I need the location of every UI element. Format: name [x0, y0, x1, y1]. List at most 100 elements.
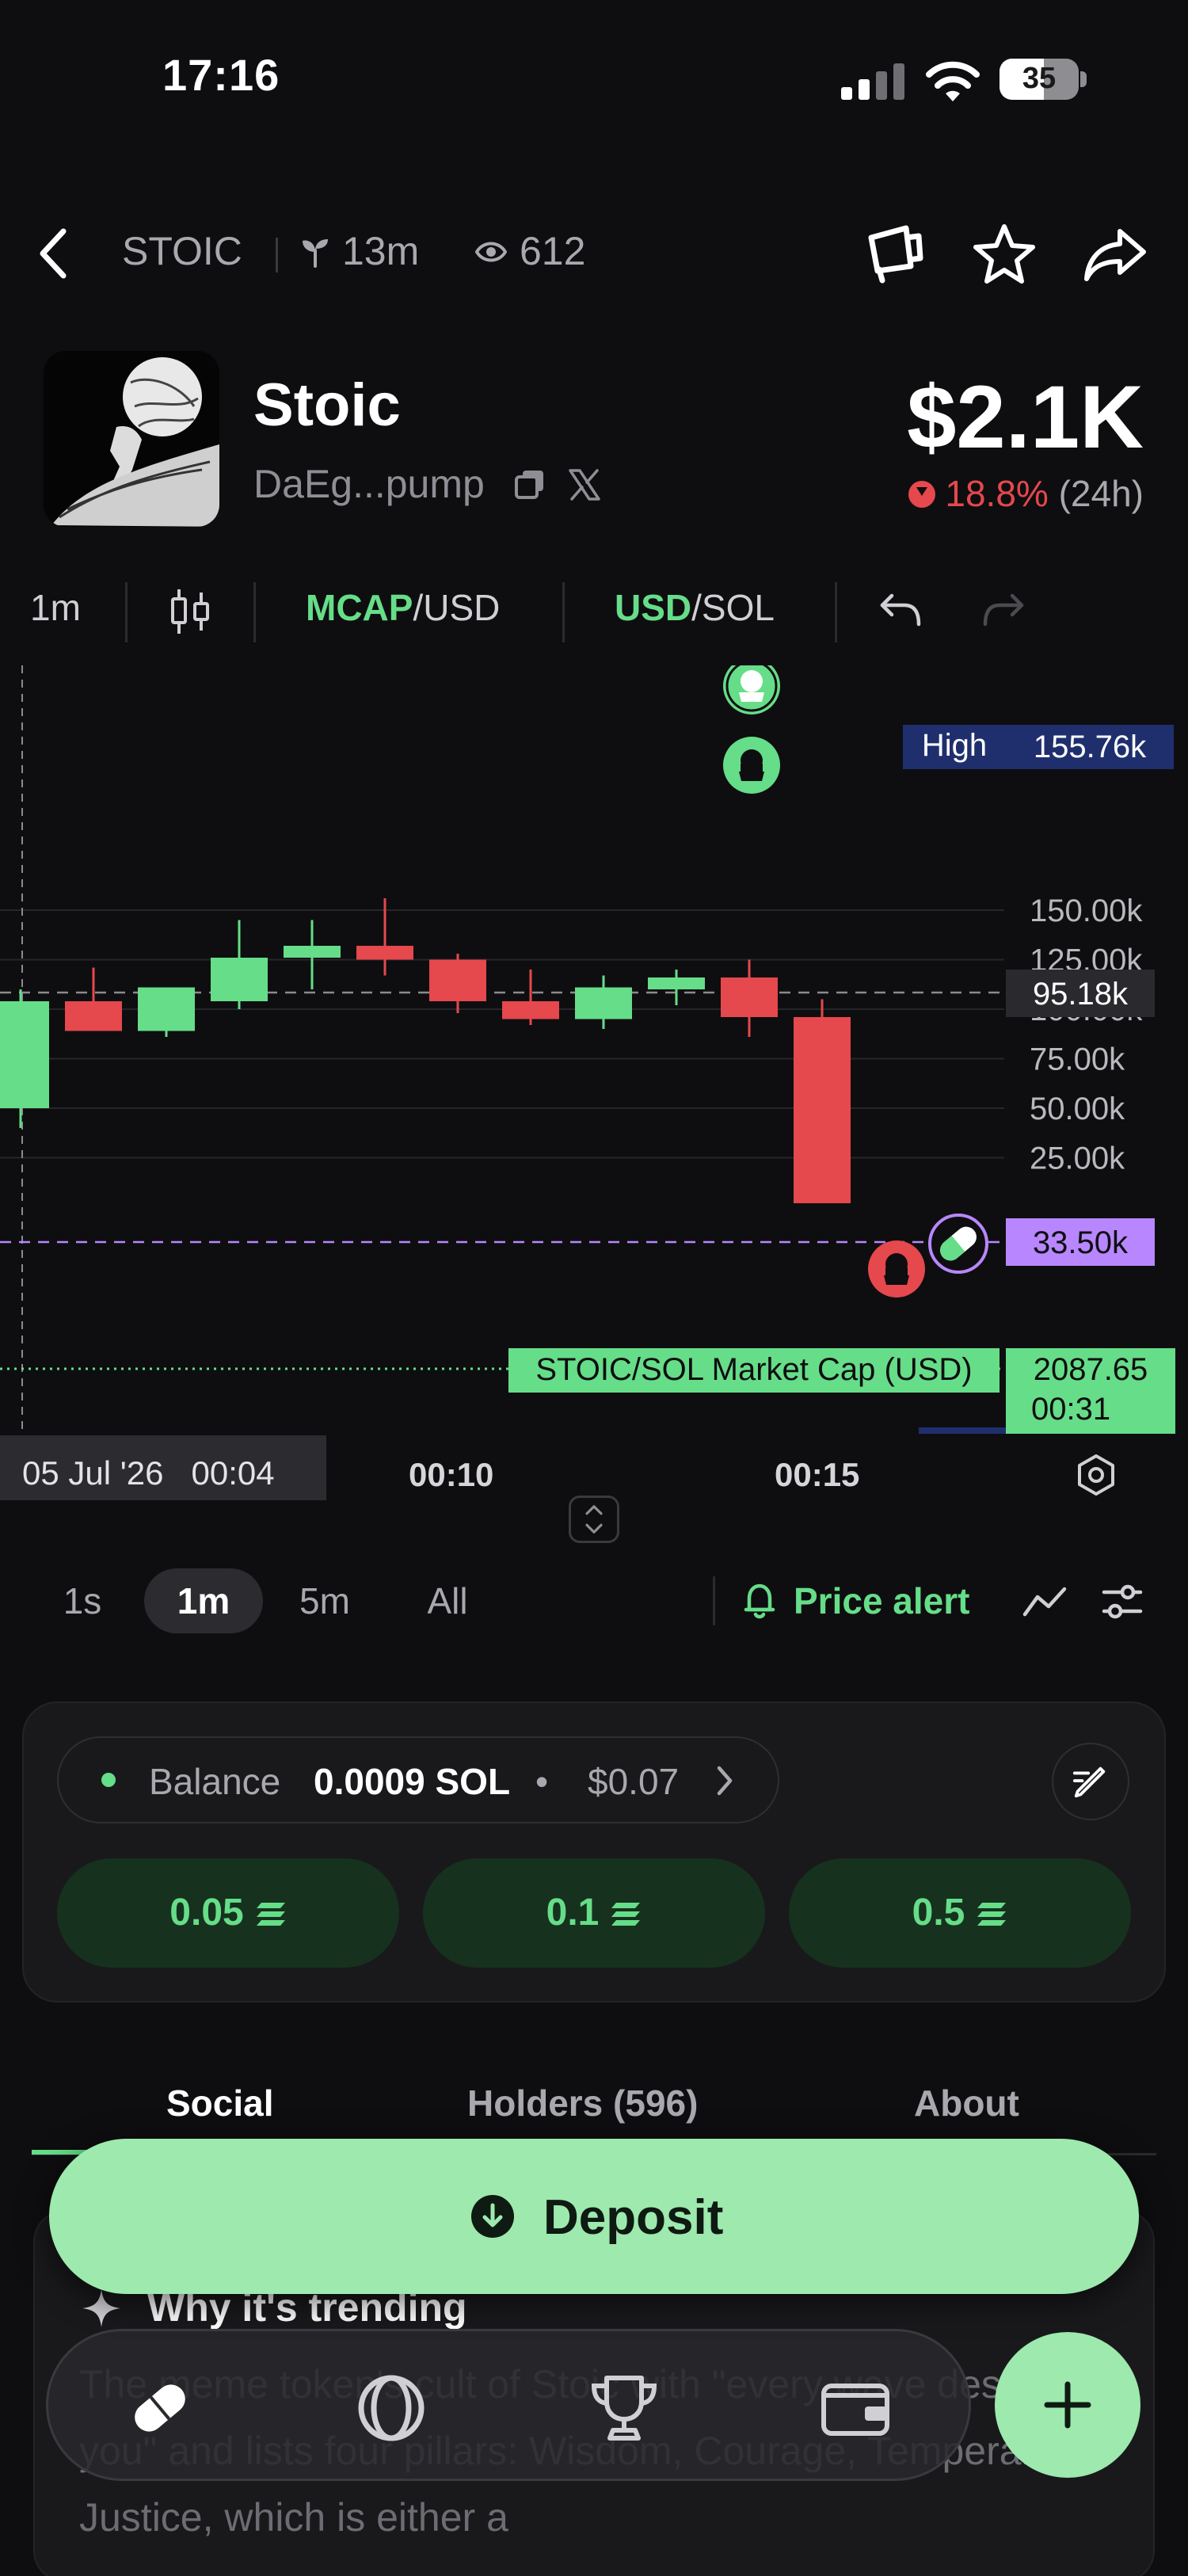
- price-change-period: (24h): [1058, 473, 1144, 514]
- price-change-value: 18.8%: [945, 473, 1049, 514]
- candle-body: [502, 1001, 559, 1019]
- chef-marker-icon: [723, 737, 780, 794]
- candle-body: [575, 987, 632, 1019]
- token-age: 13m: [342, 229, 420, 273]
- token-logo: [44, 351, 219, 527]
- candle-body: [721, 977, 778, 1017]
- timeframe-divider: [713, 1576, 715, 1625]
- current-value: 95.18k: [1033, 977, 1129, 1012]
- x-twitter-icon[interactable]: [567, 467, 602, 502]
- candle-body: [211, 958, 268, 1001]
- status-time: 17:16: [162, 50, 280, 100]
- chevron-right-icon: [717, 1766, 733, 1796]
- line-chart-icon[interactable]: [1022, 1584, 1068, 1619]
- timeframe-all[interactable]: All: [396, 1568, 499, 1633]
- entry-value: 33.50k: [1033, 1225, 1129, 1260]
- countdown: 00:31: [1031, 1392, 1110, 1427]
- redo-icon[interactable]: [982, 593, 1026, 627]
- deposit-label: Deposit: [543, 2190, 724, 2245]
- solana-icon: [611, 1903, 641, 1926]
- amount-value: 0.05: [169, 1892, 244, 1934]
- pill-marker-icon: [928, 1214, 988, 1274]
- candle-body: [284, 946, 341, 958]
- star-icon[interactable]: [971, 220, 1038, 287]
- timeframe-1s[interactable]: 1s: [44, 1568, 120, 1633]
- timeframe-1m[interactable]: 1m: [144, 1568, 263, 1633]
- chef-marker-icon: [868, 1240, 925, 1298]
- candlestick-icon[interactable]: [169, 588, 211, 635]
- nav-explore-icon[interactable]: [355, 2372, 428, 2445]
- mcap-label: MCAP: [306, 587, 413, 628]
- y-axis-tick: 25.00k: [1030, 1141, 1125, 1176]
- crosshair-date-value: 05 Jul '26: [22, 1454, 164, 1492]
- header-divider: [276, 238, 278, 272]
- add-button[interactable]: [995, 2332, 1140, 2478]
- market-cap-label: STOIC/SOL Market Cap (USD): [535, 1352, 972, 1387]
- battery-nub: [1080, 71, 1087, 87]
- tab-about[interactable]: About: [914, 2082, 1019, 2124]
- token-name: Stoic: [253, 372, 401, 439]
- download-arrow-icon: [471, 2195, 514, 2238]
- candle-body: [0, 1001, 49, 1108]
- crosshair-date: 05 Jul '26 00:04: [22, 1454, 275, 1492]
- undo-icon[interactable]: [878, 593, 922, 627]
- toolbar-divider: [253, 582, 256, 642]
- toolbar-divider: [125, 582, 128, 642]
- edit-amounts-button[interactable]: [1052, 1743, 1129, 1820]
- x-axis-label: 00:10: [409, 1456, 494, 1493]
- chef-marker-icon: [723, 665, 780, 714]
- usd-suffix: /SOL: [691, 587, 775, 628]
- token-address: DaEg...pump: [253, 462, 485, 506]
- mcap-suffix: /USD: [413, 587, 501, 628]
- balance-status-dot: [101, 1773, 116, 1787]
- mcap-usd-toggle[interactable]: MCAP/USD: [306, 586, 500, 629]
- usd-label: USD: [615, 587, 692, 628]
- tab-holders[interactable]: Holders (596): [467, 2082, 698, 2124]
- high-label: High: [922, 728, 987, 763]
- down-arrow-icon: [908, 481, 936, 508]
- candle-body: [138, 987, 195, 1031]
- high-value: 155.76k: [1034, 730, 1147, 764]
- y-axis-tick: 50.00k: [1030, 1092, 1125, 1126]
- sprout-icon: [303, 239, 328, 268]
- sliders-icon[interactable]: [1101, 1581, 1144, 1622]
- price-chart[interactable]: 150.00k125.00k100.00k75.00k50.00k25.00k …: [0, 665, 1188, 1434]
- solana-icon: [977, 1903, 1007, 1926]
- amount-value: 0.5: [912, 1892, 965, 1934]
- price-alert-button[interactable]: Price alert: [794, 1580, 969, 1622]
- tab-social[interactable]: Social: [166, 2082, 274, 2124]
- share-icon[interactable]: [1082, 220, 1148, 287]
- chart-settings-icon[interactable]: [1074, 1453, 1118, 1497]
- balance-usd: $0.07: [588, 1761, 680, 1802]
- chart-interval-button[interactable]: 1m: [30, 586, 81, 629]
- nav-wallet-icon[interactable]: [819, 2372, 892, 2445]
- amount-button-0-5[interactable]: 0.5: [789, 1858, 1131, 1968]
- nav-pill-icon[interactable]: [124, 2372, 196, 2445]
- crosshair-time-value: 00:04: [191, 1454, 275, 1492]
- y-axis-tick: 75.00k: [1030, 1042, 1125, 1077]
- candle-body: [648, 977, 705, 989]
- amount-button-0-05[interactable]: 0.05: [57, 1858, 399, 1968]
- copy-icon[interactable]: [513, 467, 546, 501]
- candle-body: [429, 959, 486, 1001]
- price-change: 18.8% (24h): [908, 472, 1144, 515]
- y-axis-tick: 150.00k: [1030, 894, 1143, 928]
- amount-button-0-1[interactable]: 0.1: [423, 1858, 765, 1968]
- plus-icon: [1044, 2381, 1091, 2429]
- signal-icon: [841, 63, 904, 100]
- x-axis-label: 00:15: [775, 1456, 860, 1493]
- candle-body: [65, 1001, 122, 1031]
- amount-value: 0.1: [546, 1892, 600, 1934]
- candle-body: [794, 1017, 851, 1203]
- megaphone-icon[interactable]: [862, 220, 928, 287]
- toolbar-divider: [562, 582, 565, 642]
- solana-icon: [256, 1903, 285, 1926]
- bell-icon[interactable]: [740, 1581, 779, 1621]
- header-ticker: STOIC: [122, 229, 242, 273]
- usd-sol-toggle[interactable]: USD/SOL: [615, 586, 775, 629]
- timeframe-5m[interactable]: 5m: [277, 1568, 372, 1633]
- expand-chart-handle[interactable]: [569, 1496, 619, 1543]
- back-button[interactable]: [32, 222, 76, 285]
- nav-trophy-icon[interactable]: [588, 2372, 661, 2445]
- wifi-icon: [926, 61, 980, 101]
